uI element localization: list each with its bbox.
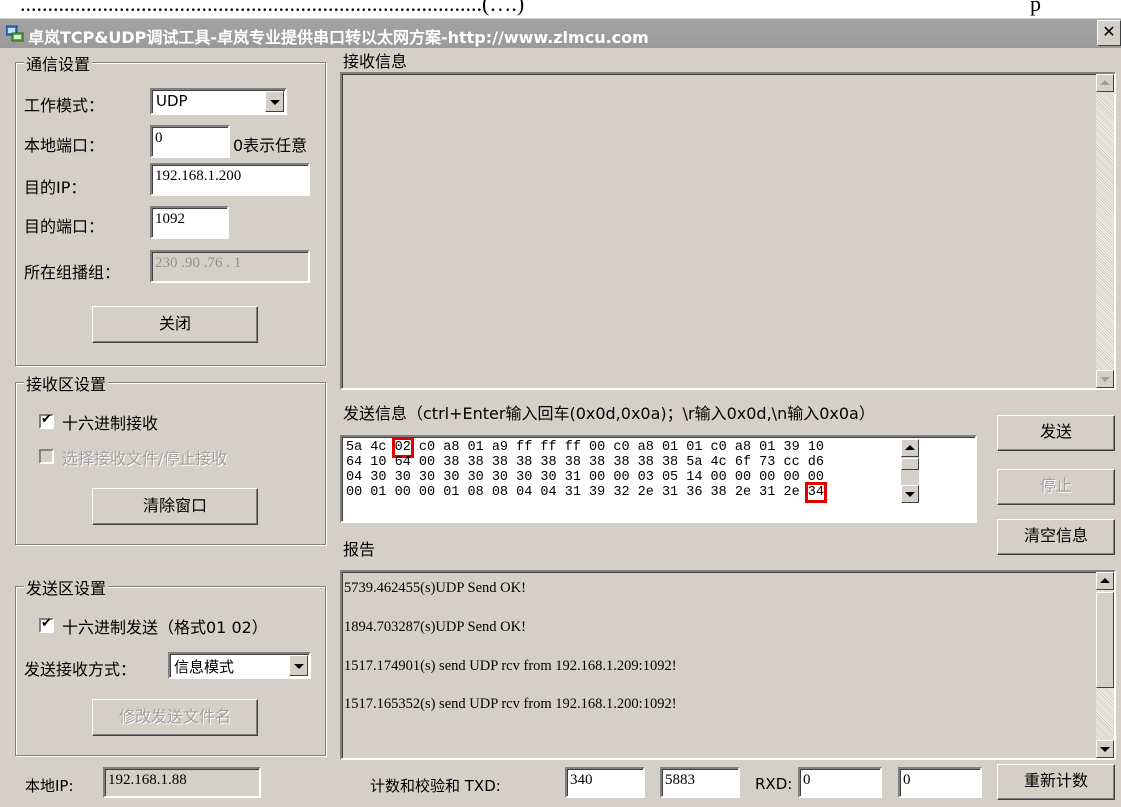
scroll-up-icon[interactable] <box>1096 74 1114 92</box>
chevron-down-icon[interactable] <box>289 655 308 676</box>
send-hex-line-1: 5a 4c 02 c0 a8 01 a9 ff ff ff 00 c0 a8 0… <box>346 437 824 458</box>
send-mode-value: 信息模式 <box>174 658 235 676</box>
report-area[interactable]: 5739.462455(s)UDP Send OK! 1894.703287(s… <box>340 570 1116 760</box>
top-cropped-strip: ........................................… <box>0 0 1121 18</box>
send-hex-line-3: 04 30 30 30 30 30 30 30 30 31 00 00 03 0… <box>346 470 824 485</box>
report-line: 1517.174901(s) send UDP rcv from 192.168… <box>344 658 677 674</box>
hex-send-checkbox[interactable] <box>39 616 54 633</box>
close-window-button[interactable]: ✕ <box>1097 20 1121 46</box>
app-icon <box>6 25 24 42</box>
window-titlebar[interactable]: 卓岚TCP&UDP调试工具-卓岚专业提供串口转以太网方案-http://www.… <box>0 18 1121 48</box>
local-ip-value: 192.168.1.88 <box>103 767 261 798</box>
send-hex-line-2: 64 10 64 00 38 38 38 38 38 38 38 38 38 3… <box>346 455 824 470</box>
send-mode-label: 发送接收方式： <box>24 660 137 679</box>
receive-info-area[interactable] <box>340 72 1116 390</box>
work-mode-value: UDP <box>156 92 188 110</box>
top-strip-text-right: p <box>1030 0 1041 16</box>
checksum-label: 计数和校验和 TXD: <box>370 777 501 795</box>
scroll-up-icon[interactable] <box>1096 572 1114 590</box>
recount-button[interactable]: 重新计数 <box>997 764 1115 800</box>
window-client-area: 通信设置 工作模式： UDP 本地端口： 0 0表示任意 目的IP： 192.1… <box>0 48 1121 807</box>
send-hex-line-4-a: 00 01 00 00 01 08 08 04 04 31 39 32 2e 3… <box>346 485 808 500</box>
receive-settings-legend: 接收区设置 <box>24 371 109 395</box>
close-connection-button[interactable]: 关闭 <box>92 306 258 343</box>
stop-button: 停止 <box>997 469 1115 505</box>
chevron-down-icon[interactable] <box>265 91 284 112</box>
work-mode-select[interactable]: UDP <box>150 88 287 115</box>
send-info-textarea[interactable]: 5a 4c 02 c0 a8 01 a9 ff ff ff 00 c0 a8 0… <box>340 435 977 523</box>
send-settings-legend: 发送区设置 <box>24 575 109 599</box>
receive-info-label: 接收信息 <box>343 52 408 71</box>
report-line: 1517.165352(s) send UDP rcv from 192.168… <box>344 696 677 712</box>
scroll-thumb[interactable] <box>1096 592 1114 688</box>
send-info-scrollbar[interactable] <box>901 439 919 503</box>
clear-window-button[interactable]: 清除窗口 <box>92 488 258 525</box>
local-port-input[interactable]: 0 <box>150 125 230 158</box>
send-button[interactable]: 发送 <box>997 415 1115 451</box>
hex-receive-label: 十六进制接收 <box>62 414 159 433</box>
scroll-up-icon[interactable] <box>901 439 919 457</box>
txd-sum-field[interactable]: 5883 <box>660 767 740 798</box>
send-hex-line-1-b: c0 a8 01 a9 ff ff ff 00 c0 a8 01 01 c0 a… <box>410 440 824 455</box>
local-port-hint: 0表示任意 <box>233 136 308 155</box>
hex-receive-checkbox[interactable] <box>39 412 54 429</box>
scroll-thumb[interactable] <box>901 458 919 470</box>
modify-send-file-button: 修改发送文件名 <box>92 699 258 736</box>
send-hex-highlight-1: 02 <box>391 437 414 458</box>
rxd-sum-field[interactable]: 0 <box>898 767 982 798</box>
send-info-label: 发送信息（ctrl+Enter输入回车(0x0d,0x0a)；\r输入0x0d,… <box>343 404 875 423</box>
dest-ip-input[interactable]: 192.168.1.200 <box>150 163 310 196</box>
multicast-group-input: 230 .90 .76 . 1 <box>150 250 310 283</box>
dest-port-input[interactable]: 1092 <box>150 206 229 239</box>
multicast-group-label: 所在组播组： <box>24 263 121 282</box>
scroll-down-icon[interactable] <box>901 485 919 503</box>
send-settings-group: 发送区设置 十六进制发送（格式01 02） 发送接收方式： 信息模式 修改发送文… <box>15 575 326 756</box>
scroll-down-icon[interactable] <box>1096 370 1114 388</box>
select-receive-file-label: 选择接收文件/停止接收 <box>62 449 228 468</box>
scroll-down-icon[interactable] <box>1096 740 1114 758</box>
top-strip-text-left: ........................................… <box>20 0 525 16</box>
work-mode-label: 工作模式： <box>24 96 105 115</box>
hex-send-label: 十六进制发送（格式01 02） <box>62 618 268 637</box>
send-hex-line-4: 00 01 00 00 01 08 08 04 04 31 39 32 2e 3… <box>346 482 828 503</box>
send-hex-highlight-2: 34 <box>804 482 828 503</box>
comm-settings-legend: 通信设置 <box>24 51 93 75</box>
report-label: 报告 <box>343 540 376 559</box>
send-mode-select[interactable]: 信息模式 <box>168 652 311 679</box>
dest-port-label: 目的端口： <box>24 217 105 236</box>
close-icon: ✕ <box>1102 22 1116 41</box>
report-line: 1894.703287(s)UDP Send OK! <box>344 619 526 635</box>
txd-count-field[interactable]: 340 <box>565 767 645 798</box>
clear-info-button[interactable]: 清空信息 <box>997 519 1115 555</box>
local-ip-label: 本地IP: <box>25 777 74 795</box>
receive-settings-group: 接收区设置 十六进制接收 选择接收文件/停止接收 清除窗口 <box>15 371 326 545</box>
comm-settings-group: 通信设置 工作模式： UDP 本地端口： 0 0表示任意 目的IP： 192.1… <box>15 51 326 366</box>
report-line: 5739.462455(s)UDP Send OK! <box>344 580 526 596</box>
send-hex-line-1-a: 5a 4c <box>346 440 395 455</box>
report-scrollbar[interactable] <box>1096 572 1114 758</box>
receive-info-scrollbar[interactable] <box>1096 74 1114 388</box>
dest-ip-label: 目的IP： <box>24 178 87 197</box>
local-port-label: 本地端口： <box>24 136 105 155</box>
rxd-label: RXD: <box>755 775 793 793</box>
rxd-count-field[interactable]: 0 <box>798 767 882 798</box>
select-receive-file-checkbox <box>39 449 54 464</box>
window-title: 卓岚TCP&UDP调试工具-卓岚专业提供串口转以太网方案-http://www.… <box>28 28 649 47</box>
